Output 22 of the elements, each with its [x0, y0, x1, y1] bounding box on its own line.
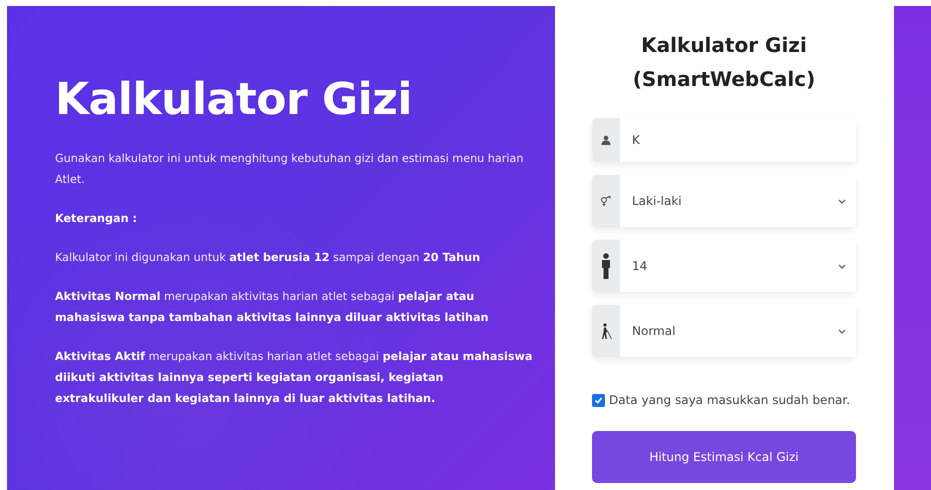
page-title: Kalkulator Gizi: [55, 73, 413, 127]
person-icon: [601, 253, 611, 279]
checkmark-icon: [594, 396, 603, 404]
note-text: Aktivitas Normal merupakan aktivitas harian atlet sebagai pelajar atau mahasiswa tanpa tambahan aktivitas lainnya diluar aktivitas latihan: [55, 289, 490, 326]
select-field[interactable]: Laki-laki: [620, 175, 856, 227]
chevron-down-icon: [838, 198, 846, 204]
gender-icon: [600, 196, 612, 206]
checkbox-label: Data yang saya masukkan sudah benar.: [609, 393, 850, 407]
user-icon: [601, 135, 611, 145]
form-title: Kalkulator Gizi (SmartWebCalc): [632, 32, 816, 93]
notes-heading: Keterangan :: [55, 211, 138, 227]
intro-text: Gunakan kalkulator ini untuk menghitung kebutuhan gizi dan estimasi menu harian Atlet.: [55, 151, 524, 188]
checkbox[interactable]: [592, 394, 605, 406]
submit-button[interactable]: Hitung Estimasi Kcal Gizi: [592, 431, 856, 483]
select-field[interactable]: 14: [620, 240, 856, 292]
chevron-down-icon: [838, 264, 846, 268]
chevron-down-icon: [838, 328, 846, 334]
name-input[interactable]: K: [620, 118, 856, 162]
walking-icon: [600, 323, 612, 339]
note-text: Aktivitas Aktif merupakan aktivitas harian atlet sebagai pelajar atau mahasiswa diikuti aktivitas lainnya seperti kegiatan organisasi, kegiatan extrakulikuler dan kegiatan lainnya di luar aktivitas latihan.: [55, 349, 533, 407]
select-field[interactable]: Normal: [620, 305, 856, 357]
note-text: Kalkulator ini digunakan untuk atlet berusia 12 sampai dengan 20 Tahun: [55, 250, 482, 266]
